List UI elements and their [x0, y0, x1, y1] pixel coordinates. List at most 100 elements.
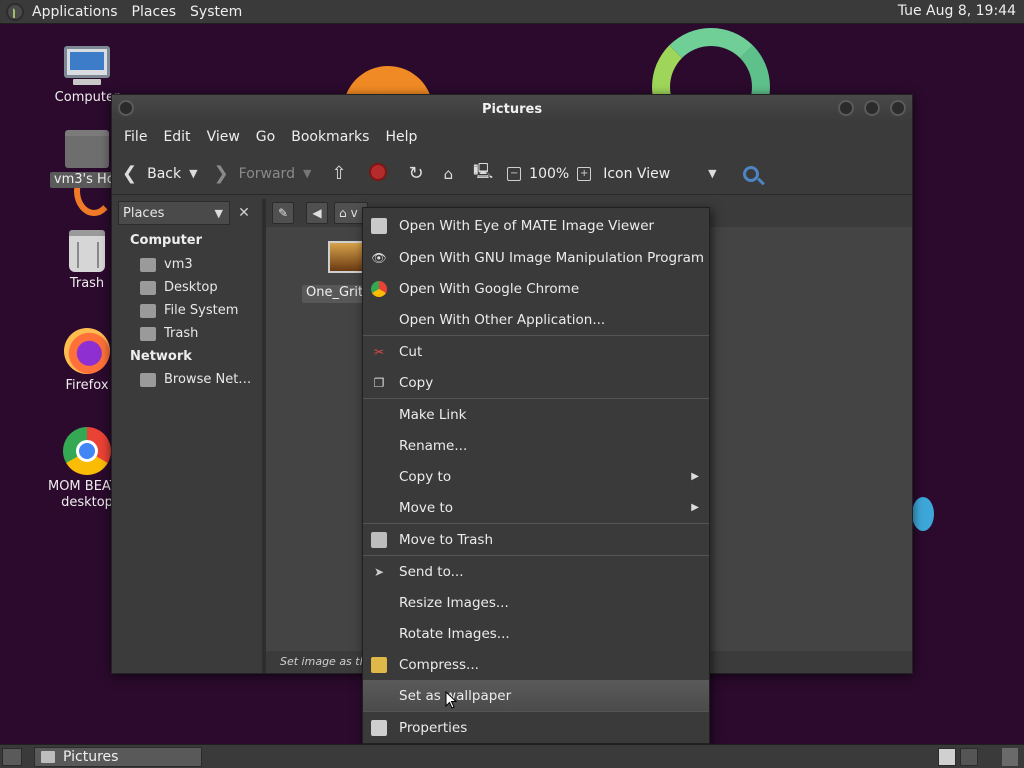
menu-help[interactable]: Help — [377, 129, 425, 145]
menu-item-label: Open With GNU Image Manipulation Program — [399, 249, 705, 266]
menu-item-label: Open With Other Application... — [399, 311, 606, 328]
home-button[interactable]: ⌂ — [444, 165, 454, 183]
workspace-1[interactable] — [938, 748, 956, 766]
menu-item-set-as-wallpaper[interactable]: Set as wallpaper — [363, 680, 709, 711]
sidebar-item-label: File System — [164, 303, 239, 318]
desktop-folder-icon — [140, 280, 156, 295]
home-icon: ⌂ — [443, 164, 454, 183]
menu-item-label: Properties — [399, 719, 468, 736]
menu-item-resize-images[interactable]: Resize Images... — [363, 587, 709, 618]
edit-location-icon[interactable]: ✎ — [272, 202, 294, 224]
view-mode-select[interactable]: Icon View — [603, 166, 670, 182]
zoom-in-button[interactable]: + — [577, 166, 592, 181]
computer-icon — [64, 46, 110, 86]
forward-history-dropdown[interactable]: ▼ — [303, 167, 311, 180]
image-viewer-icon — [371, 217, 387, 234]
menu-view[interactable]: View — [199, 129, 248, 145]
trash-icon — [69, 230, 105, 272]
menu-item-properties[interactable]: Properties — [363, 712, 709, 743]
menu-item-open-other[interactable]: Open With Other Application... — [363, 304, 709, 335]
show-desktop-icon[interactable] — [2, 748, 22, 766]
menu-item-send-to[interactable]: ➤ Send to... — [363, 556, 709, 587]
menu-item-move-to[interactable]: Move to ▶ — [363, 492, 709, 523]
close-sidebar-icon[interactable]: ✕ — [236, 205, 252, 221]
send-icon: ➤ — [373, 564, 385, 579]
menu-item-cut[interactable]: ✂ Cut — [363, 336, 709, 367]
forward-label: Forward — [238, 165, 295, 182]
window-title: Pictures — [481, 101, 543, 117]
search-icon[interactable] — [742, 165, 759, 182]
menu-item-rename[interactable]: Rename... — [363, 430, 709, 461]
sidebar-item-desktop[interactable]: Desktop — [140, 280, 218, 295]
system-menu[interactable]: System — [184, 4, 250, 20]
sidebar-type-select[interactable]: Places ▼ — [118, 201, 230, 225]
path-left-arrow-icon[interactable]: ◀ — [306, 202, 328, 224]
drive-icon — [140, 303, 156, 318]
network-icon — [140, 372, 156, 387]
clock[interactable]: Tue Aug 8, 19:44 — [898, 3, 1016, 19]
taskbar-item-pictures[interactable]: Pictures — [34, 747, 202, 767]
menu-bookmarks[interactable]: Bookmarks — [283, 129, 377, 145]
menu-item-copy-to[interactable]: Copy to ▶ — [363, 461, 709, 492]
desktop-icon-label: Computer — [54, 90, 120, 105]
menu-item-label: Cut — [399, 343, 423, 360]
back-button[interactable]: ❮ Back — [122, 163, 181, 184]
sidebar-item-label: vm3 — [164, 257, 193, 272]
desktop-icon-label: Firefox — [65, 378, 109, 393]
context-menu: Open With Eye of MATE Image Viewer 👁 Ope… — [362, 207, 710, 744]
trash-applet-icon[interactable] — [1002, 748, 1018, 766]
menu-item-rotate-images[interactable]: Rotate Images... — [363, 618, 709, 649]
stop-icon — [368, 162, 387, 181]
sidebar-item-browse-network[interactable]: Browse Net… — [140, 372, 251, 387]
sidebar-item-file-system[interactable]: File System — [140, 303, 238, 318]
computer-icon: 🖳 — [473, 162, 494, 180]
zoom-level[interactable]: 100% — [529, 166, 569, 182]
chrome-icon — [63, 427, 111, 475]
window-titlebar[interactable]: Pictures — [112, 95, 912, 123]
sidebar-item-label: Trash — [164, 326, 199, 341]
menu-item-label: Copy to — [399, 468, 452, 485]
stop-button[interactable] — [368, 162, 387, 185]
view-mode-dropdown[interactable]: ▼ — [708, 167, 716, 180]
up-button[interactable]: ⇧ — [331, 163, 346, 184]
menu-file[interactable]: File — [116, 129, 155, 145]
menu-item-copy[interactable]: ❐ Copy — [363, 367, 709, 398]
menu-edit[interactable]: Edit — [155, 129, 198, 145]
home-icon: ⌂ — [339, 206, 347, 220]
taskbar-item-label: Pictures — [63, 749, 119, 765]
menu-item-move-to-trash[interactable]: Move to Trash — [363, 524, 709, 555]
menu-item-label: Move to — [399, 499, 454, 516]
trash-icon — [140, 326, 156, 341]
zoom-out-button[interactable]: − — [507, 166, 522, 181]
computer-button[interactable]: 🖳 — [473, 161, 493, 186]
bottom-panel: Pictures — [0, 744, 1024, 768]
menu-item-open-chrome[interactable]: Open With Google Chrome — [363, 273, 709, 304]
reload-button[interactable]: ↻ — [409, 163, 424, 184]
gimp-icon: 👁 — [371, 250, 387, 265]
mate-logo-icon[interactable] — [6, 2, 24, 21]
menu-item-make-link[interactable]: Make Link — [363, 399, 709, 430]
menu-item-open-gimp[interactable]: 👁 Open With GNU Image Manipulation Progr… — [363, 242, 709, 273]
window-menu-button[interactable] — [118, 100, 134, 116]
back-history-dropdown[interactable]: ▼ — [189, 167, 197, 180]
minimize-button[interactable] — [838, 100, 854, 116]
scissors-icon: ✂ — [373, 344, 385, 359]
workspace-2[interactable] — [960, 748, 978, 766]
wallpaper-blue-blob — [912, 497, 934, 531]
applications-menu[interactable]: Applications — [26, 4, 126, 20]
desktop-icon-label: Trash — [69, 276, 105, 291]
sidebar-item-vm3[interactable]: vm3 — [140, 257, 193, 272]
places-menu[interactable]: Places — [126, 4, 185, 20]
sidebar-item-label: Browse Net… — [164, 372, 252, 387]
file-thumbnail[interactable] — [328, 241, 364, 273]
maximize-button[interactable] — [864, 100, 880, 116]
forward-arrow-icon: ❯ — [213, 163, 229, 184]
sidebar-item-trash[interactable]: Trash — [140, 326, 198, 341]
menu-go[interactable]: Go — [248, 129, 283, 145]
menu-item-open-eye-of-mate[interactable]: Open With Eye of MATE Image Viewer — [363, 210, 709, 241]
menu-item-label: Open With Google Chrome — [399, 280, 580, 297]
desktop-icon-label-line2: desktop — [61, 495, 113, 510]
menu-item-compress[interactable]: Compress... — [363, 649, 709, 680]
close-button[interactable] — [890, 100, 906, 116]
forward-button[interactable]: ❯ Forward — [214, 163, 295, 184]
